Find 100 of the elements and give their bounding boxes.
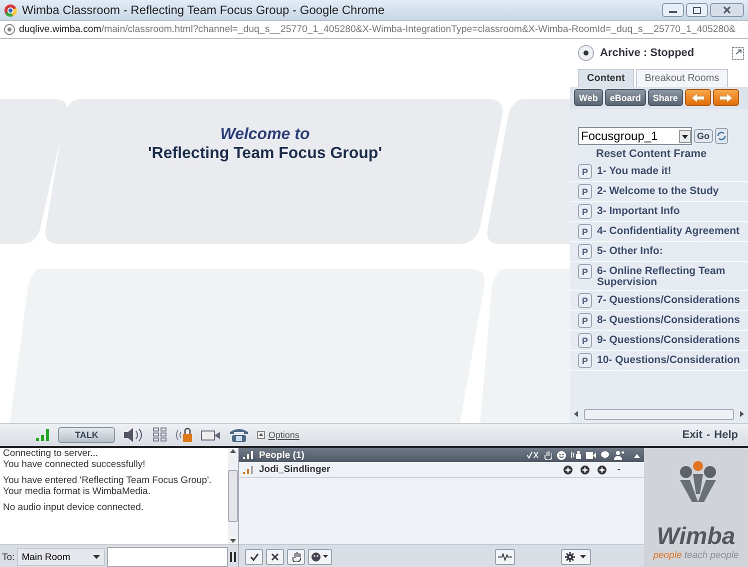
right-caret-icon — [740, 411, 744, 417]
plus-icon — [580, 464, 590, 474]
content-page-item[interactable]: P 2- Welcome to the Study — [570, 182, 748, 202]
content-button[interactable]: Web — [574, 89, 603, 106]
vertical-scrollbar[interactable] — [228, 448, 238, 544]
content-page-item[interactable]: P 9- Questions/Considerations — [570, 331, 748, 351]
smiley-icon — [557, 450, 566, 460]
content-page-item[interactable]: P 7- Questions/Considerations — [570, 291, 748, 311]
popout-icon — [732, 46, 744, 60]
people-header: People (1) — [259, 450, 304, 460]
options-link[interactable]: Options — [257, 430, 300, 440]
caret-icon — [679, 130, 691, 142]
check-icon — [250, 553, 258, 561]
minimize-button[interactable] — [662, 3, 684, 17]
up-caret-icon[interactable] — [634, 452, 640, 458]
left-caret-icon — [574, 411, 578, 417]
volume-meter-icon — [153, 427, 168, 443]
page-badge: P — [578, 313, 592, 328]
page-label: 5- Other Info: — [597, 244, 664, 257]
chat-message: Your media format is WimbaMedia. — [3, 486, 152, 497]
slide-title: 'Reflecting Team Focus Group' — [146, 144, 383, 163]
video-camera-icon — [201, 429, 222, 441]
page-label: 3- Important Info — [597, 204, 681, 217]
speaking-level-icon — [243, 466, 253, 474]
person-add-icon — [614, 450, 624, 460]
content-page-item[interactable]: P 1- You made it! — [570, 162, 748, 182]
logo-tagline: people teach people — [653, 550, 739, 561]
page-icon — [4, 24, 15, 35]
window-title: Wimba Classroom - Reflecting Team Focus Group - Google Chrome — [22, 3, 386, 17]
tab[interactable]: Breakout Rooms — [636, 69, 728, 87]
content-button[interactable]: Share — [648, 89, 683, 106]
maximize-icon — [693, 6, 701, 14]
page-badge: P — [578, 224, 592, 239]
hand-icon — [544, 450, 552, 460]
browser-logo-icon — [4, 4, 17, 16]
page-badge: P — [578, 244, 592, 259]
content-page-item[interactable]: P 4- Confidentiality Agreement — [570, 222, 748, 242]
page-badge: P — [578, 264, 592, 279]
signal-level-icon — [243, 451, 253, 459]
page-badge: P — [578, 184, 592, 199]
page-label: 2- Welcome to the Study — [597, 184, 720, 197]
talk-button[interactable]: TALK — [58, 427, 116, 443]
content-dropdown[interactable]: Focusgroup_1 — [578, 127, 692, 145]
plus-icon — [597, 464, 607, 474]
gear-caret-icon — [564, 552, 588, 562]
page-label: 10- Questions/Consideration — [597, 353, 741, 366]
content-page-item[interactable]: P 5- Other Info: — [570, 242, 748, 262]
telephone-icon — [229, 427, 250, 443]
page-label: 4- Confidentiality Agreement — [597, 224, 741, 237]
exit-link[interactable]: Exit — [682, 429, 702, 441]
link-separator: - — [706, 429, 710, 441]
page-label: 8- Questions/Considerations — [597, 313, 741, 326]
page-label: 9- Questions/Considerations — [597, 333, 741, 346]
tab[interactable]: Content — [578, 69, 634, 87]
page-badge: P — [578, 333, 592, 348]
close-button[interactable] — [710, 3, 744, 17]
forward-button[interactable] — [712, 89, 739, 106]
audio-wave-button[interactable] — [495, 549, 515, 565]
cross-icon — [271, 553, 279, 561]
content-page-item[interactable]: P 10- Questions/Consideration — [570, 351, 748, 371]
video-camera-icon — [586, 452, 596, 458]
chat-message: No audio input device connected. — [3, 502, 144, 513]
people-logo-drawing — [678, 460, 718, 504]
signal-level-icon — [36, 429, 50, 441]
chat-input-field[interactable] — [106, 547, 228, 567]
page-badge: P — [578, 164, 592, 179]
check-cross-icon — [527, 451, 539, 459]
to-label: To: — [2, 552, 15, 562]
slide-heading: Welcome to — [219, 125, 311, 144]
up-caret-icon — [230, 448, 236, 453]
raise-hand-button[interactable] — [287, 549, 305, 565]
content-button[interactable]: eBoard — [604, 89, 646, 106]
page-badge: P — [578, 353, 592, 368]
back-button[interactable] — [684, 89, 711, 106]
chat-message: You have connected successfully! — [3, 459, 146, 470]
caret-icon — [92, 555, 100, 559]
content-page-item[interactable]: P 6- Online Reflecting Team Supervision — [570, 262, 748, 291]
page-label: 7- Questions/Considerations — [597, 293, 741, 306]
hand-icon — [292, 552, 300, 562]
settings-button[interactable] — [561, 549, 591, 565]
emoticon-button[interactable] — [308, 549, 332, 565]
refresh-icon — [714, 128, 728, 144]
go-button[interactable]: Go — [694, 129, 712, 143]
room-dropdown[interactable]: Main Room — [16, 548, 105, 566]
page-badge: P — [578, 204, 592, 219]
participant-name[interactable]: Jodi_Sindlinger — [259, 464, 330, 475]
help-link[interactable]: Help — [714, 429, 738, 441]
page-label: 1- You made it! — [597, 164, 672, 177]
reset-link[interactable]: Reset Content Frame — [596, 148, 748, 160]
microphone-lock-icon — [175, 427, 194, 443]
maximize-button[interactable] — [686, 3, 708, 17]
yes-button[interactable] — [245, 549, 263, 565]
microphone-icon — [571, 451, 581, 459]
content-page-item[interactable]: P 8- Questions/Considerations — [570, 311, 748, 331]
chat-message: Connecting to server... — [3, 448, 100, 459]
archive-status: Archive : Stopped — [600, 47, 694, 59]
page-label: 6- Online Reflecting Team Supervision — [597, 264, 726, 288]
chat-message: You have entered 'Reflecting Team Focus Group'. — [3, 475, 213, 486]
content-page-item[interactable]: P 3- Important Info — [570, 202, 748, 222]
no-button[interactable] — [266, 549, 284, 565]
